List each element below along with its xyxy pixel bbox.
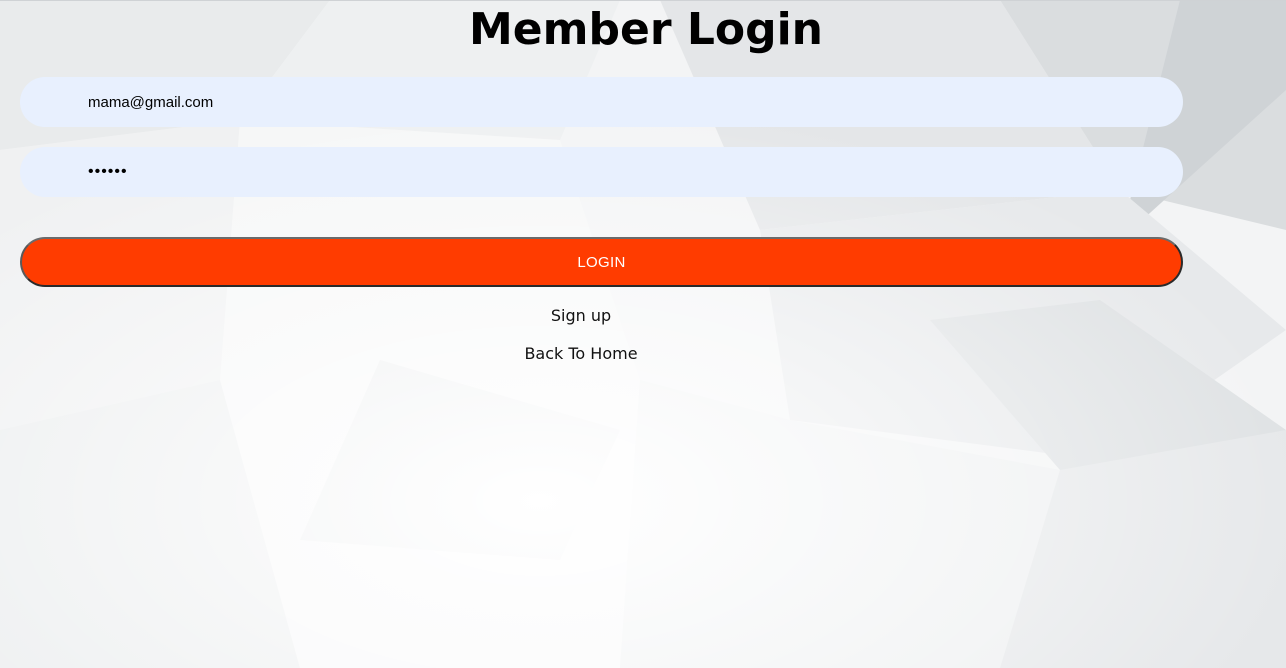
password-field[interactable]: [20, 147, 1183, 197]
page-title: Member Login: [469, 4, 823, 55]
email-field[interactable]: [20, 77, 1183, 127]
back-to-home-link[interactable]: Back To Home: [0, 343, 1162, 365]
login-button[interactable]: LOGIN: [20, 237, 1183, 287]
top-border: [0, 0, 1286, 1]
login-panel: Member Login LOGIN Sign up Back To Home: [0, 0, 1286, 668]
signup-link[interactable]: Sign up: [0, 305, 1162, 327]
